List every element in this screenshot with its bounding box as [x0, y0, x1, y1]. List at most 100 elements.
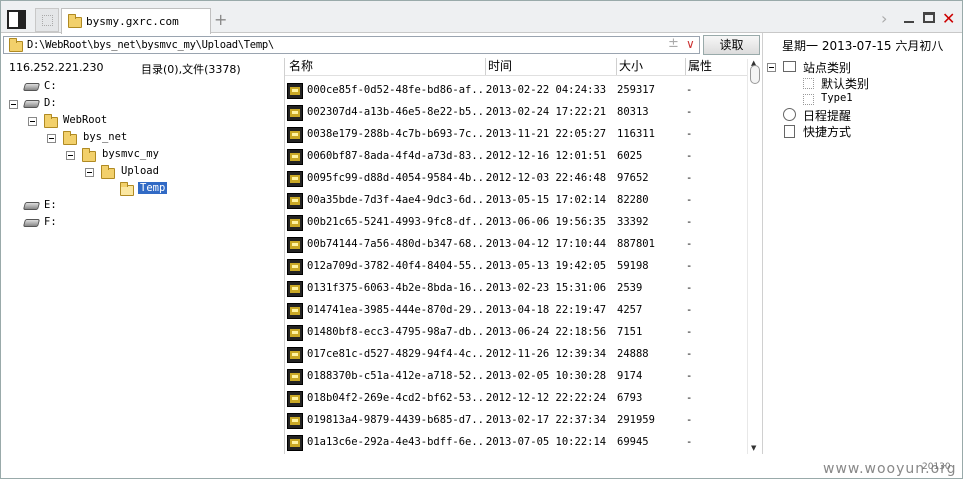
- file-name[interactable]: 00a35bde-7d3f-4ae4-9dc3-6d...: [307, 194, 490, 206]
- type1-category[interactable]: Type1: [821, 92, 853, 104]
- file-attr: -: [686, 150, 693, 162]
- file-time: 2013-06-24 22:18:56: [486, 326, 607, 338]
- file-time: 2013-11-21 22:05:27: [486, 128, 607, 140]
- maximize-icon[interactable]: [923, 12, 935, 23]
- file-name[interactable]: 01480bf8-ecc3-4795-98a7-db...: [307, 326, 490, 338]
- file-time: 2013-04-12 17:10:44: [486, 238, 607, 250]
- column-header-size[interactable]: 大小: [619, 57, 643, 75]
- file-row[interactable]: 00a35bde-7d3f-4ae4-9dc3-6d... 2013-05-15 …: [287, 190, 747, 212]
- file-row[interactable]: 01480bf8-ecc3-4795-98a7-db... 2013-06-24 …: [287, 322, 747, 344]
- file-row[interactable]: 0095fc99-d88d-4054-9584-4b... 2012-12-03 …: [287, 168, 747, 190]
- close-icon[interactable]: ✕: [942, 9, 955, 28]
- category-item-icon: [803, 78, 814, 89]
- tree-item-d[interactable]: D:: [44, 97, 57, 109]
- file-name[interactable]: 014741ea-3985-444e-870d-29...: [307, 304, 490, 316]
- file-name[interactable]: 0060bf87-8ada-4f4d-a73d-83...: [307, 150, 490, 162]
- file-row[interactable]: 0188370b-c51a-412e-a718-52... 2013-02-05 …: [287, 366, 747, 388]
- scroll-thumb[interactable]: [750, 65, 760, 84]
- folder-icon: [82, 148, 96, 162]
- file-attr: -: [686, 106, 693, 118]
- file-size: 80313: [617, 106, 649, 118]
- file-attr: -: [686, 436, 693, 448]
- folder-icon: [68, 14, 82, 28]
- file-icon: [287, 325, 303, 341]
- sidebar-toggle-icon[interactable]: [7, 10, 26, 29]
- scroll-down-icon[interactable]: ▼: [751, 444, 756, 452]
- file-name[interactable]: 00b74144-7a56-480d-b347-68...: [307, 238, 490, 250]
- tab-site[interactable]: bysmy.gxrc.com: [61, 8, 211, 34]
- shortcut[interactable]: 快捷方式: [803, 123, 851, 140]
- tree-item-bys-net[interactable]: bys_net: [83, 131, 127, 143]
- file-row[interactable]: 00b74144-7a56-480d-b347-68... 2013-04-12 …: [287, 234, 747, 256]
- collapse-icon[interactable]: [767, 63, 776, 72]
- tree-item-c[interactable]: C:: [44, 80, 57, 92]
- tree-item-bysmvc-my[interactable]: bysmvc_my: [102, 148, 159, 160]
- file-attr: -: [686, 414, 693, 426]
- collapse-icon[interactable]: [9, 100, 18, 109]
- file-row[interactable]: 00b21c65-5241-4993-9fc8-df... 2013-06-06 …: [287, 212, 747, 234]
- folder-icon: [9, 38, 23, 52]
- divider: [762, 33, 763, 454]
- file-name[interactable]: 00b21c65-5241-4993-9fc8-df...: [307, 216, 490, 228]
- tree-item-e[interactable]: E:: [44, 199, 57, 211]
- file-row[interactable]: 01a13c6e-292a-4e43-bdff-6e... 2013-07-05 …: [287, 432, 747, 454]
- file-row[interactable]: 0131f375-6063-4b2e-8bda-16... 2013-02-23 …: [287, 278, 747, 300]
- category-item-icon: [803, 94, 814, 105]
- file-row[interactable]: 0060bf87-8ada-4f4d-a73d-83... 2012-12-16 …: [287, 146, 747, 168]
- tree-item-webroot[interactable]: WebRoot: [63, 114, 107, 126]
- file-name[interactable]: 000ce85f-0d52-48fe-bd86-af...: [307, 84, 490, 96]
- site-category[interactable]: 站点类别: [803, 59, 851, 76]
- file-name[interactable]: 0038e179-288b-4c7b-b693-7c...: [307, 128, 490, 140]
- file-name[interactable]: 002307d4-a13b-46e5-8e22-b5...: [307, 106, 490, 118]
- file-icon: [287, 237, 303, 253]
- file-icon: [287, 127, 303, 143]
- scrollbar[interactable]: ▲ ▼: [747, 59, 760, 454]
- collapse-icon[interactable]: [85, 168, 94, 177]
- folder-icon: [44, 114, 58, 128]
- minimize-icon[interactable]: [904, 21, 914, 23]
- collapse-icon[interactable]: [66, 151, 75, 160]
- collapse-icon[interactable]: [28, 117, 37, 126]
- read-button[interactable]: 读取: [703, 35, 760, 55]
- default-category[interactable]: 默认类别: [821, 75, 869, 92]
- file-icon: [287, 391, 303, 407]
- file-row[interactable]: 017ce81c-d527-4829-94f4-4c... 2012-11-26 …: [287, 344, 747, 366]
- address-path[interactable]: D:\WebRoot\bys_net\bysmvc_my\Upload\Temp…: [27, 39, 274, 51]
- file-attr: -: [686, 304, 693, 316]
- file-name[interactable]: 0095fc99-d88d-4054-9584-4b...: [307, 172, 490, 184]
- blank-tab[interactable]: [35, 8, 59, 32]
- file-row[interactable]: 0038e179-288b-4c7b-b693-7c... 2013-11-21 …: [287, 124, 747, 146]
- drive-icon: [22, 219, 41, 227]
- plus-minus-icon[interactable]: ±: [668, 36, 679, 51]
- chevron-right-icon[interactable]: ›: [881, 9, 887, 28]
- address-bar[interactable]: D:\WebRoot\bys_net\bysmvc_my\Upload\Temp…: [3, 36, 700, 54]
- divider: [284, 58, 285, 454]
- tree-item-temp-selected[interactable]: Temp: [138, 182, 168, 194]
- tree-item-f[interactable]: F:: [44, 216, 57, 228]
- file-row[interactable]: 000ce85f-0d52-48fe-bd86-af... 2013-02-22 …: [287, 80, 747, 102]
- column-header-attr[interactable]: 属性: [688, 57, 712, 75]
- file-name[interactable]: 019813a4-9879-4439-b685-d7...: [307, 414, 490, 426]
- file-name[interactable]: 0131f375-6063-4b2e-8bda-16...: [307, 282, 490, 294]
- file-size: 2539: [617, 282, 643, 294]
- column-header-time[interactable]: 时间: [488, 57, 512, 75]
- blank-page-icon: [42, 15, 53, 26]
- file-row[interactable]: 002307d4-a13b-46e5-8e22-b5... 2013-02-24 …: [287, 102, 747, 124]
- schedule-reminder[interactable]: 日程提醒: [803, 107, 851, 124]
- file-row[interactable]: 018b04f2-269e-4cd2-bf62-53... 2012-12-12 …: [287, 388, 747, 410]
- file-row[interactable]: 012a709d-3782-40f4-8404-55... 2013-05-13 …: [287, 256, 747, 278]
- file-name[interactable]: 018b04f2-269e-4cd2-bf62-53...: [307, 392, 490, 404]
- file-row[interactable]: 014741ea-3985-444e-870d-29... 2013-04-18 …: [287, 300, 747, 322]
- file-name[interactable]: 01a13c6e-292a-4e43-bdff-6e...: [307, 436, 490, 448]
- column-header-name[interactable]: 名称: [289, 57, 313, 75]
- collapse-icon[interactable]: [47, 134, 56, 143]
- new-tab-icon[interactable]: +: [214, 10, 227, 29]
- file-row[interactable]: 019813a4-9879-4439-b685-d7... 2013-02-17 …: [287, 410, 747, 432]
- tree-item-upload[interactable]: Upload: [121, 165, 159, 177]
- open-folder-icon: [120, 182, 134, 196]
- file-size: 82280: [617, 194, 649, 206]
- file-name[interactable]: 012a709d-3782-40f4-8404-55...: [307, 260, 490, 272]
- file-name[interactable]: 0188370b-c51a-412e-a718-52...: [307, 370, 490, 382]
- chevron-down-icon[interactable]: ∨: [686, 37, 695, 51]
- file-name[interactable]: 017ce81c-d527-4829-94f4-4c...: [307, 348, 490, 360]
